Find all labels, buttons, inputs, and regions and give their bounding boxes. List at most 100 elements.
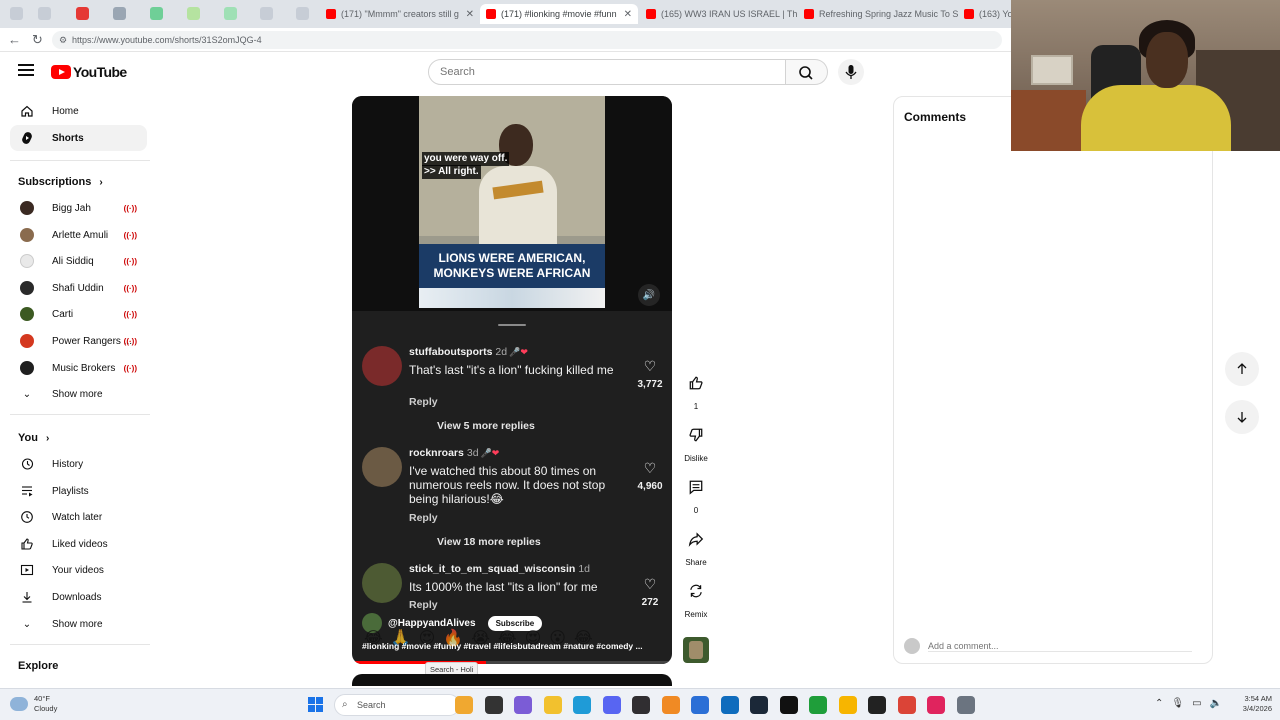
close-tab-icon[interactable]: ✕ bbox=[618, 9, 632, 20]
xbox-app-icon[interactable] bbox=[809, 696, 827, 714]
system-tray[interactable]: ⌃🎙▭🔈 bbox=[1155, 698, 1230, 709]
tiktok-app-icon[interactable] bbox=[779, 696, 798, 714]
pinned-tab-icon[interactable] bbox=[150, 7, 163, 20]
store-app-icon[interactable] bbox=[691, 696, 709, 714]
sidebar-item-history[interactable]: History bbox=[10, 451, 147, 477]
sidebar-item-subscription[interactable]: Arlette Amuli ((·)) bbox=[10, 222, 147, 248]
reply-button[interactable]: Reply bbox=[409, 599, 438, 611]
like-circle[interactable] bbox=[679, 366, 713, 400]
settings-app-icon[interactable] bbox=[956, 696, 975, 714]
remix-button[interactable]: Remix bbox=[679, 574, 713, 619]
video-hashtags[interactable]: #lionking #movie #funny #travel #lifeisb… bbox=[362, 641, 662, 651]
sidebar-item-subscription[interactable]: Music Brokers ((·)) bbox=[10, 355, 147, 381]
taskbar-clock[interactable]: 3:54 AM 3/4/2026 bbox=[1232, 694, 1272, 714]
sidebar-item-your-videos[interactable]: Your videos bbox=[10, 557, 147, 583]
share-circle[interactable] bbox=[679, 522, 713, 556]
pinned-tab-icon[interactable] bbox=[296, 7, 309, 20]
sidebar-item-playlists[interactable]: Playlists bbox=[10, 478, 147, 504]
shorts-player[interactable]: you were way off. >> All right. LIONS WE… bbox=[352, 96, 672, 664]
epic-app-icon[interactable] bbox=[868, 696, 886, 714]
search-button[interactable] bbox=[786, 59, 828, 85]
comment-user[interactable]: stuffaboutsports 2d 🎤❤ bbox=[409, 346, 528, 358]
browser-tab[interactable]: (163) You bbox=[958, 4, 1011, 24]
drag-handle[interactable] bbox=[498, 324, 526, 326]
sidebar-item-subscription[interactable]: Shafi Uddin ((·)) bbox=[10, 275, 147, 301]
remix-circle[interactable] bbox=[679, 574, 713, 608]
pinned-tab-icon[interactable] bbox=[113, 7, 126, 20]
sound-thumbnail[interactable] bbox=[683, 637, 709, 663]
back-arrow-icon[interactable]: ← bbox=[8, 32, 21, 47]
share-button[interactable]: Share bbox=[679, 522, 713, 567]
comments-button[interactable]: 0 bbox=[679, 470, 713, 515]
weather-widget-app-icon[interactable] bbox=[455, 696, 473, 714]
start-button[interactable] bbox=[308, 697, 324, 713]
view-more-replies[interactable]: View 18 more replies bbox=[437, 536, 541, 548]
sidebar-item-watch-later[interactable]: Watch later bbox=[10, 504, 147, 530]
guide-menu-icon[interactable] bbox=[18, 64, 34, 78]
edge-app-icon[interactable] bbox=[573, 696, 591, 714]
discord-app-icon[interactable] bbox=[602, 696, 621, 714]
rockstar-app-icon[interactable] bbox=[838, 696, 857, 714]
like-button[interactable]: 1 bbox=[679, 366, 713, 411]
sidebar-item-downloads[interactable]: Downloads bbox=[10, 584, 147, 610]
dislike-button[interactable]: Dislike bbox=[679, 418, 713, 463]
sidebar-item-subscription[interactable]: Power Rangers ... ((·)) bbox=[10, 328, 147, 354]
subscriptions-heading[interactable]: Subscriptions › bbox=[18, 176, 103, 188]
copilot-app-icon[interactable] bbox=[514, 696, 532, 714]
you-heading[interactable]: You › bbox=[18, 432, 49, 444]
add-comment-input[interactable] bbox=[928, 640, 1192, 652]
previous-short-button[interactable] bbox=[1225, 352, 1259, 386]
comment-avatar[interactable] bbox=[362, 563, 402, 603]
comment-like[interactable]: ♡ 3,772 bbox=[637, 358, 662, 390]
steam-app-icon[interactable] bbox=[750, 696, 768, 714]
pinned-tab-icon[interactable] bbox=[38, 7, 51, 20]
file-explorer-app-icon[interactable] bbox=[543, 696, 562, 714]
view-more-replies[interactable]: View 5 more replies bbox=[437, 420, 535, 432]
outlook-app-icon[interactable] bbox=[720, 696, 739, 714]
capcut-app-icon[interactable] bbox=[927, 696, 945, 714]
sidebar-item-home[interactable]: Home bbox=[10, 98, 147, 124]
reply-button[interactable]: Reply bbox=[409, 396, 438, 408]
pinned-tab-icon[interactable] bbox=[10, 7, 23, 20]
weather-widget[interactable]: 40°F Cloudy bbox=[10, 694, 57, 714]
close-tab-icon[interactable]: ✕ bbox=[460, 9, 474, 20]
video-progress-bar[interactable] bbox=[352, 661, 672, 664]
comment-avatar[interactable] bbox=[362, 346, 402, 386]
pinned-tab-icon[interactable] bbox=[76, 7, 89, 20]
reload-icon[interactable]: ↻ bbox=[32, 32, 43, 48]
sidebar-item-subscription[interactable]: Carti ((·)) bbox=[10, 301, 147, 327]
browser-tab[interactable]: Refreshing Spring Jazz Music To S ✕ bbox=[798, 4, 958, 24]
channel-name[interactable]: @HappyandAlives bbox=[388, 618, 476, 629]
sidebar-item-subscription[interactable]: Ali Siddiq ((·)) bbox=[10, 248, 147, 274]
sidebar-item-liked-videos[interactable]: Liked videos bbox=[10, 531, 147, 557]
comments-circle[interactable] bbox=[679, 470, 713, 504]
pinned-tab-icon[interactable] bbox=[224, 7, 237, 20]
comment-user[interactable]: stick_it_to_em_squad_wisconsin 1d bbox=[409, 563, 590, 575]
next-short-button[interactable] bbox=[1225, 400, 1259, 434]
chrome-app-icon[interactable] bbox=[897, 696, 916, 714]
comment-avatar[interactable] bbox=[362, 447, 402, 487]
obs-app-icon[interactable] bbox=[632, 696, 650, 714]
sidebar-item-subscription[interactable]: Bigg Jah ((·)) bbox=[10, 195, 147, 221]
browser-tab[interactable]: (165) WW3 IRAN US ISRAEL | The ✕ bbox=[640, 4, 797, 24]
subscriptions-show-more[interactable]: ⌄ Show more bbox=[10, 381, 147, 407]
taskbar-search[interactable]: ⌕ Search bbox=[334, 694, 460, 716]
vlc-app-icon[interactable] bbox=[661, 696, 680, 714]
dislike-circle[interactable] bbox=[679, 418, 713, 452]
youtube-logo[interactable]: YouTube bbox=[51, 64, 127, 80]
voice-search-button[interactable] bbox=[838, 59, 864, 85]
comment-like[interactable]: ♡ 4,960 bbox=[637, 460, 662, 492]
browser-tab[interactable]: (171) "Mmmm" creators still g ✕ bbox=[320, 4, 480, 24]
you-show-more[interactable]: ⌄ Show more bbox=[10, 611, 147, 637]
browser-tab-active[interactable]: (171) #lionking #movie #funn ✕ bbox=[480, 4, 638, 24]
search-input[interactable] bbox=[428, 59, 786, 85]
next-short-preview[interactable] bbox=[352, 674, 672, 686]
sidebar-item-shorts[interactable]: Shorts bbox=[10, 125, 147, 151]
pinned-tab-icon[interactable] bbox=[260, 7, 273, 20]
reply-button[interactable]: Reply bbox=[409, 512, 438, 524]
comment-like[interactable]: ♡ 272 bbox=[638, 576, 662, 608]
video-area[interactable]: you were way off. >> All right. LIONS WE… bbox=[352, 96, 672, 311]
pinned-tab-icon[interactable] bbox=[187, 7, 200, 20]
comment-user[interactable]: rocknroars 3d 🎤❤ bbox=[409, 447, 499, 459]
site-info-icon[interactable]: ⚙ bbox=[59, 31, 67, 49]
